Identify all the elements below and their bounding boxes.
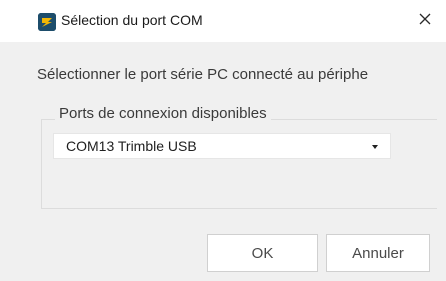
close-icon <box>418 12 432 31</box>
groupbox-label: Ports de connexion disponibles <box>55 105 271 122</box>
instruction-text: Sélectionner le port série PC connecté a… <box>37 66 369 83</box>
cancel-button[interactable]: Annuler <box>326 234 430 272</box>
close-button[interactable] <box>410 6 440 36</box>
title-bar[interactable]: Sélection du port COM <box>0 0 446 42</box>
ok-button-label: OK <box>251 244 274 262</box>
dialog-window: Sélection du port COM Sélectionner le po… <box>0 0 446 281</box>
cancel-button-label: Annuler <box>352 244 404 262</box>
ok-button[interactable]: OK <box>207 234 318 272</box>
chevron-down-icon <box>372 145 378 149</box>
port-select-value: COM13 Trimble USB <box>66 138 197 154</box>
app-icon <box>38 13 56 31</box>
port-select-dropdown[interactable]: COM13 Trimble USB <box>53 133 391 159</box>
window-title: Sélection du port COM <box>61 12 203 28</box>
